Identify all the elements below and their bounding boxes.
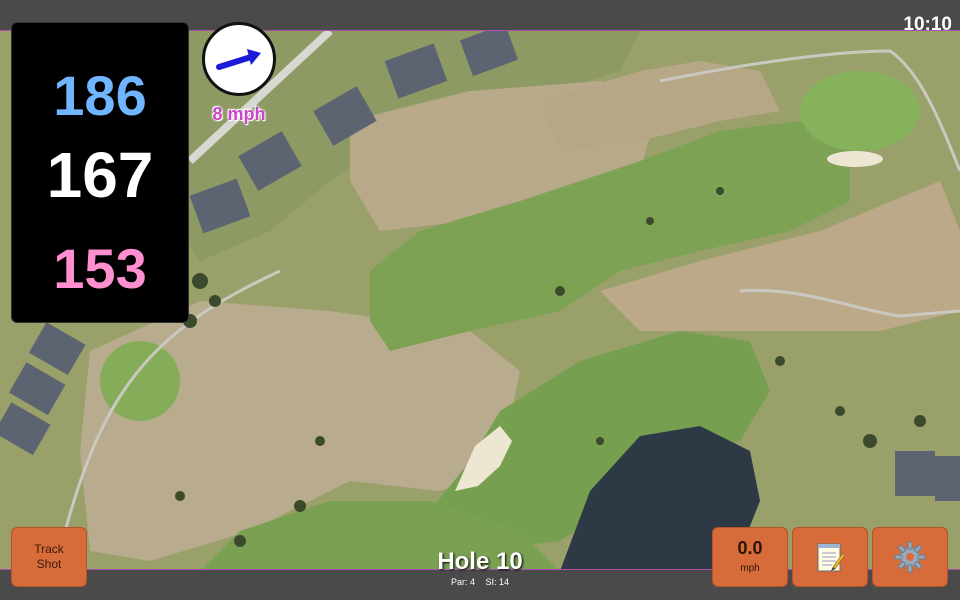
back-distance: 186: [53, 64, 147, 127]
middle-distance: 167: [46, 139, 154, 211]
hole-stroke-index: SI: 14: [485, 577, 510, 587]
notepad-icon: [817, 543, 845, 572]
hole-par: Par: 4: [450, 577, 475, 587]
distance-panel: 186 167 153: [11, 22, 189, 323]
track-shot-label-line2: Shot: [36, 557, 62, 571]
front-distance: 153: [53, 237, 147, 300]
wind-speed-value: 0.0: [737, 538, 763, 558]
wind-speed-button[interactable]: 0.0 mph: [712, 527, 788, 587]
hole-info: Hole 10 Par: 4 SI: 14: [380, 548, 580, 587]
settings-button[interactable]: [872, 527, 948, 587]
track-shot-button[interactable]: Track Shot: [11, 527, 87, 587]
wind-speed-label: 8 mph: [212, 104, 266, 124]
wind-direction-indicator: [202, 22, 276, 96]
notes-button[interactable]: [792, 527, 868, 587]
wind-speed-unit: mph: [740, 563, 760, 574]
track-shot-label-line1: Track: [34, 542, 64, 556]
hole-title: Hole 10: [437, 548, 523, 575]
gear-icon: [894, 541, 926, 573]
wind-arrow-icon: [216, 49, 261, 70]
hole-details: Par: 4 SI: 14: [380, 577, 580, 587]
status-time: 10:10: [903, 14, 952, 35]
